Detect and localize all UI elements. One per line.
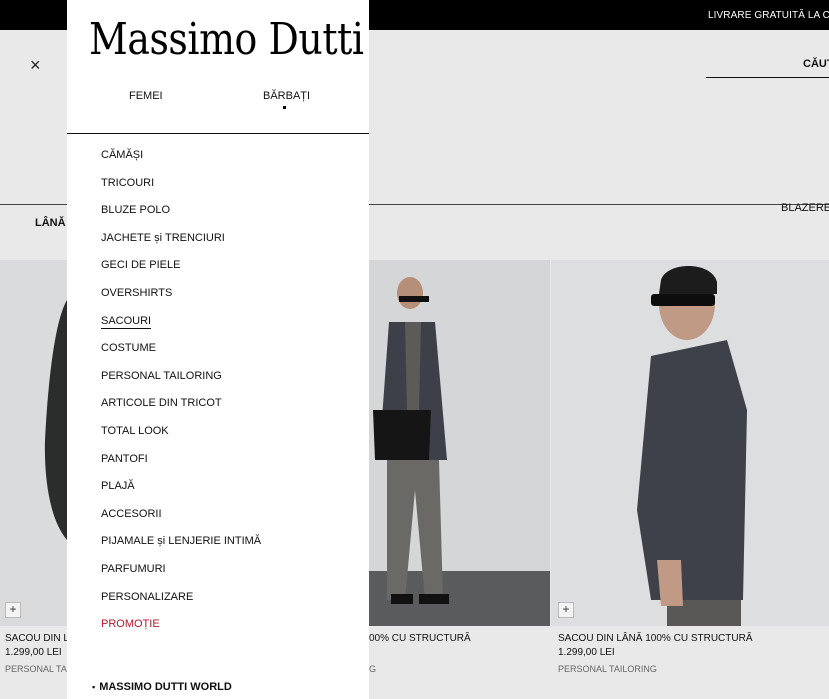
product-image-2[interactable] xyxy=(369,260,550,626)
product-price-1: 1.299,00 LEI xyxy=(5,647,62,658)
product-name-2[interactable]: 00% CU STRUCTURĂ xyxy=(369,633,471,644)
menu-item-costume[interactable]: COSTUME xyxy=(101,341,261,369)
model-figure xyxy=(373,277,449,604)
filter-divider-left xyxy=(0,204,67,205)
menu-item-tricot[interactable]: ARTICOLE DIN TRICOT xyxy=(101,396,261,424)
menu-item-geci-piele[interactable]: GECI DE PIELE xyxy=(101,258,261,286)
close-icon[interactable]: × xyxy=(30,56,48,74)
menu-divider xyxy=(67,133,369,134)
navigation-menu: Massimo Dutti FEMEI BĂRBAȚI CĂMĂȘI TRICO… xyxy=(67,0,369,699)
add-product-3-button[interactable]: + xyxy=(558,602,574,618)
menu-item-pijamale[interactable]: PIJAMALE și LENJERIE INTIMĂ xyxy=(101,534,261,562)
product-image-3[interactable] xyxy=(551,260,829,626)
model-figure xyxy=(44,300,67,540)
menu-item-plaja[interactable]: PLAJĂ xyxy=(101,479,261,507)
menu-item-pantofi[interactable]: PANTOFI xyxy=(101,452,261,480)
product-collection-3: PERSONAL TAILORING xyxy=(558,664,657,674)
menu-item-personal-tailoring[interactable]: PERSONAL TAILORING xyxy=(101,369,261,397)
tab-femei[interactable]: FEMEI xyxy=(129,90,163,102)
menu-item-sacouri[interactable]: SACOURI xyxy=(101,314,261,342)
brand-logo[interactable]: Massimo Dutti xyxy=(89,14,364,65)
search-underline xyxy=(706,77,829,78)
search-label[interactable]: CĂUT xyxy=(803,58,829,70)
model-figure xyxy=(637,266,747,626)
menu-item-jachete[interactable]: JACHETE și TRENCIURI xyxy=(101,231,261,259)
menu-item-accesorii[interactable]: ACCESORII xyxy=(101,507,261,535)
menu-item-parfumuri[interactable]: PARFUMURI xyxy=(101,562,261,590)
active-tab-indicator xyxy=(283,106,286,109)
banner-text: LIVRARE GRATUITĂ LA COM xyxy=(708,10,829,21)
menu-item-camasi[interactable]: CĂMĂȘI xyxy=(101,148,261,176)
product-name-3[interactable]: SACOU DIN LÂNĂ 100% CU STRUCTURĂ xyxy=(558,633,752,644)
filter-divider xyxy=(369,204,829,205)
product-image-1[interactable] xyxy=(0,260,67,626)
product-price-3: 1.299,00 LEI xyxy=(558,647,615,658)
menu-item-promotie[interactable]: PROMOȚIE xyxy=(101,617,261,645)
filter-chip-lana[interactable]: LÂNĂ xyxy=(35,217,66,229)
category-list: CĂMĂȘI TRICOURI BLUZE POLO JACHETE și TR… xyxy=(101,148,261,645)
filter-chip-blazere[interactable]: BLAZERE xyxy=(781,202,829,214)
menu-item-overshirts[interactable]: OVERSHIRTS xyxy=(101,286,261,314)
menu-item-bluze-polo[interactable]: BLUZE POLO xyxy=(101,203,261,231)
menu-item-personalizare[interactable]: PERSONALIZARE xyxy=(101,590,261,618)
tab-barbati[interactable]: BĂRBAȚI xyxy=(263,90,310,102)
massimo-dutti-world-link[interactable]: MASSIMO DUTTI WORLD xyxy=(92,681,232,693)
product-name-1[interactable]: SACOU DIN LÂ xyxy=(5,633,76,644)
add-product-1-button[interactable]: + xyxy=(5,602,21,618)
menu-item-tricouri[interactable]: TRICOURI xyxy=(101,176,261,204)
product-collection-2: G xyxy=(369,664,377,674)
menu-item-total-look[interactable]: TOTAL LOOK xyxy=(101,424,261,452)
